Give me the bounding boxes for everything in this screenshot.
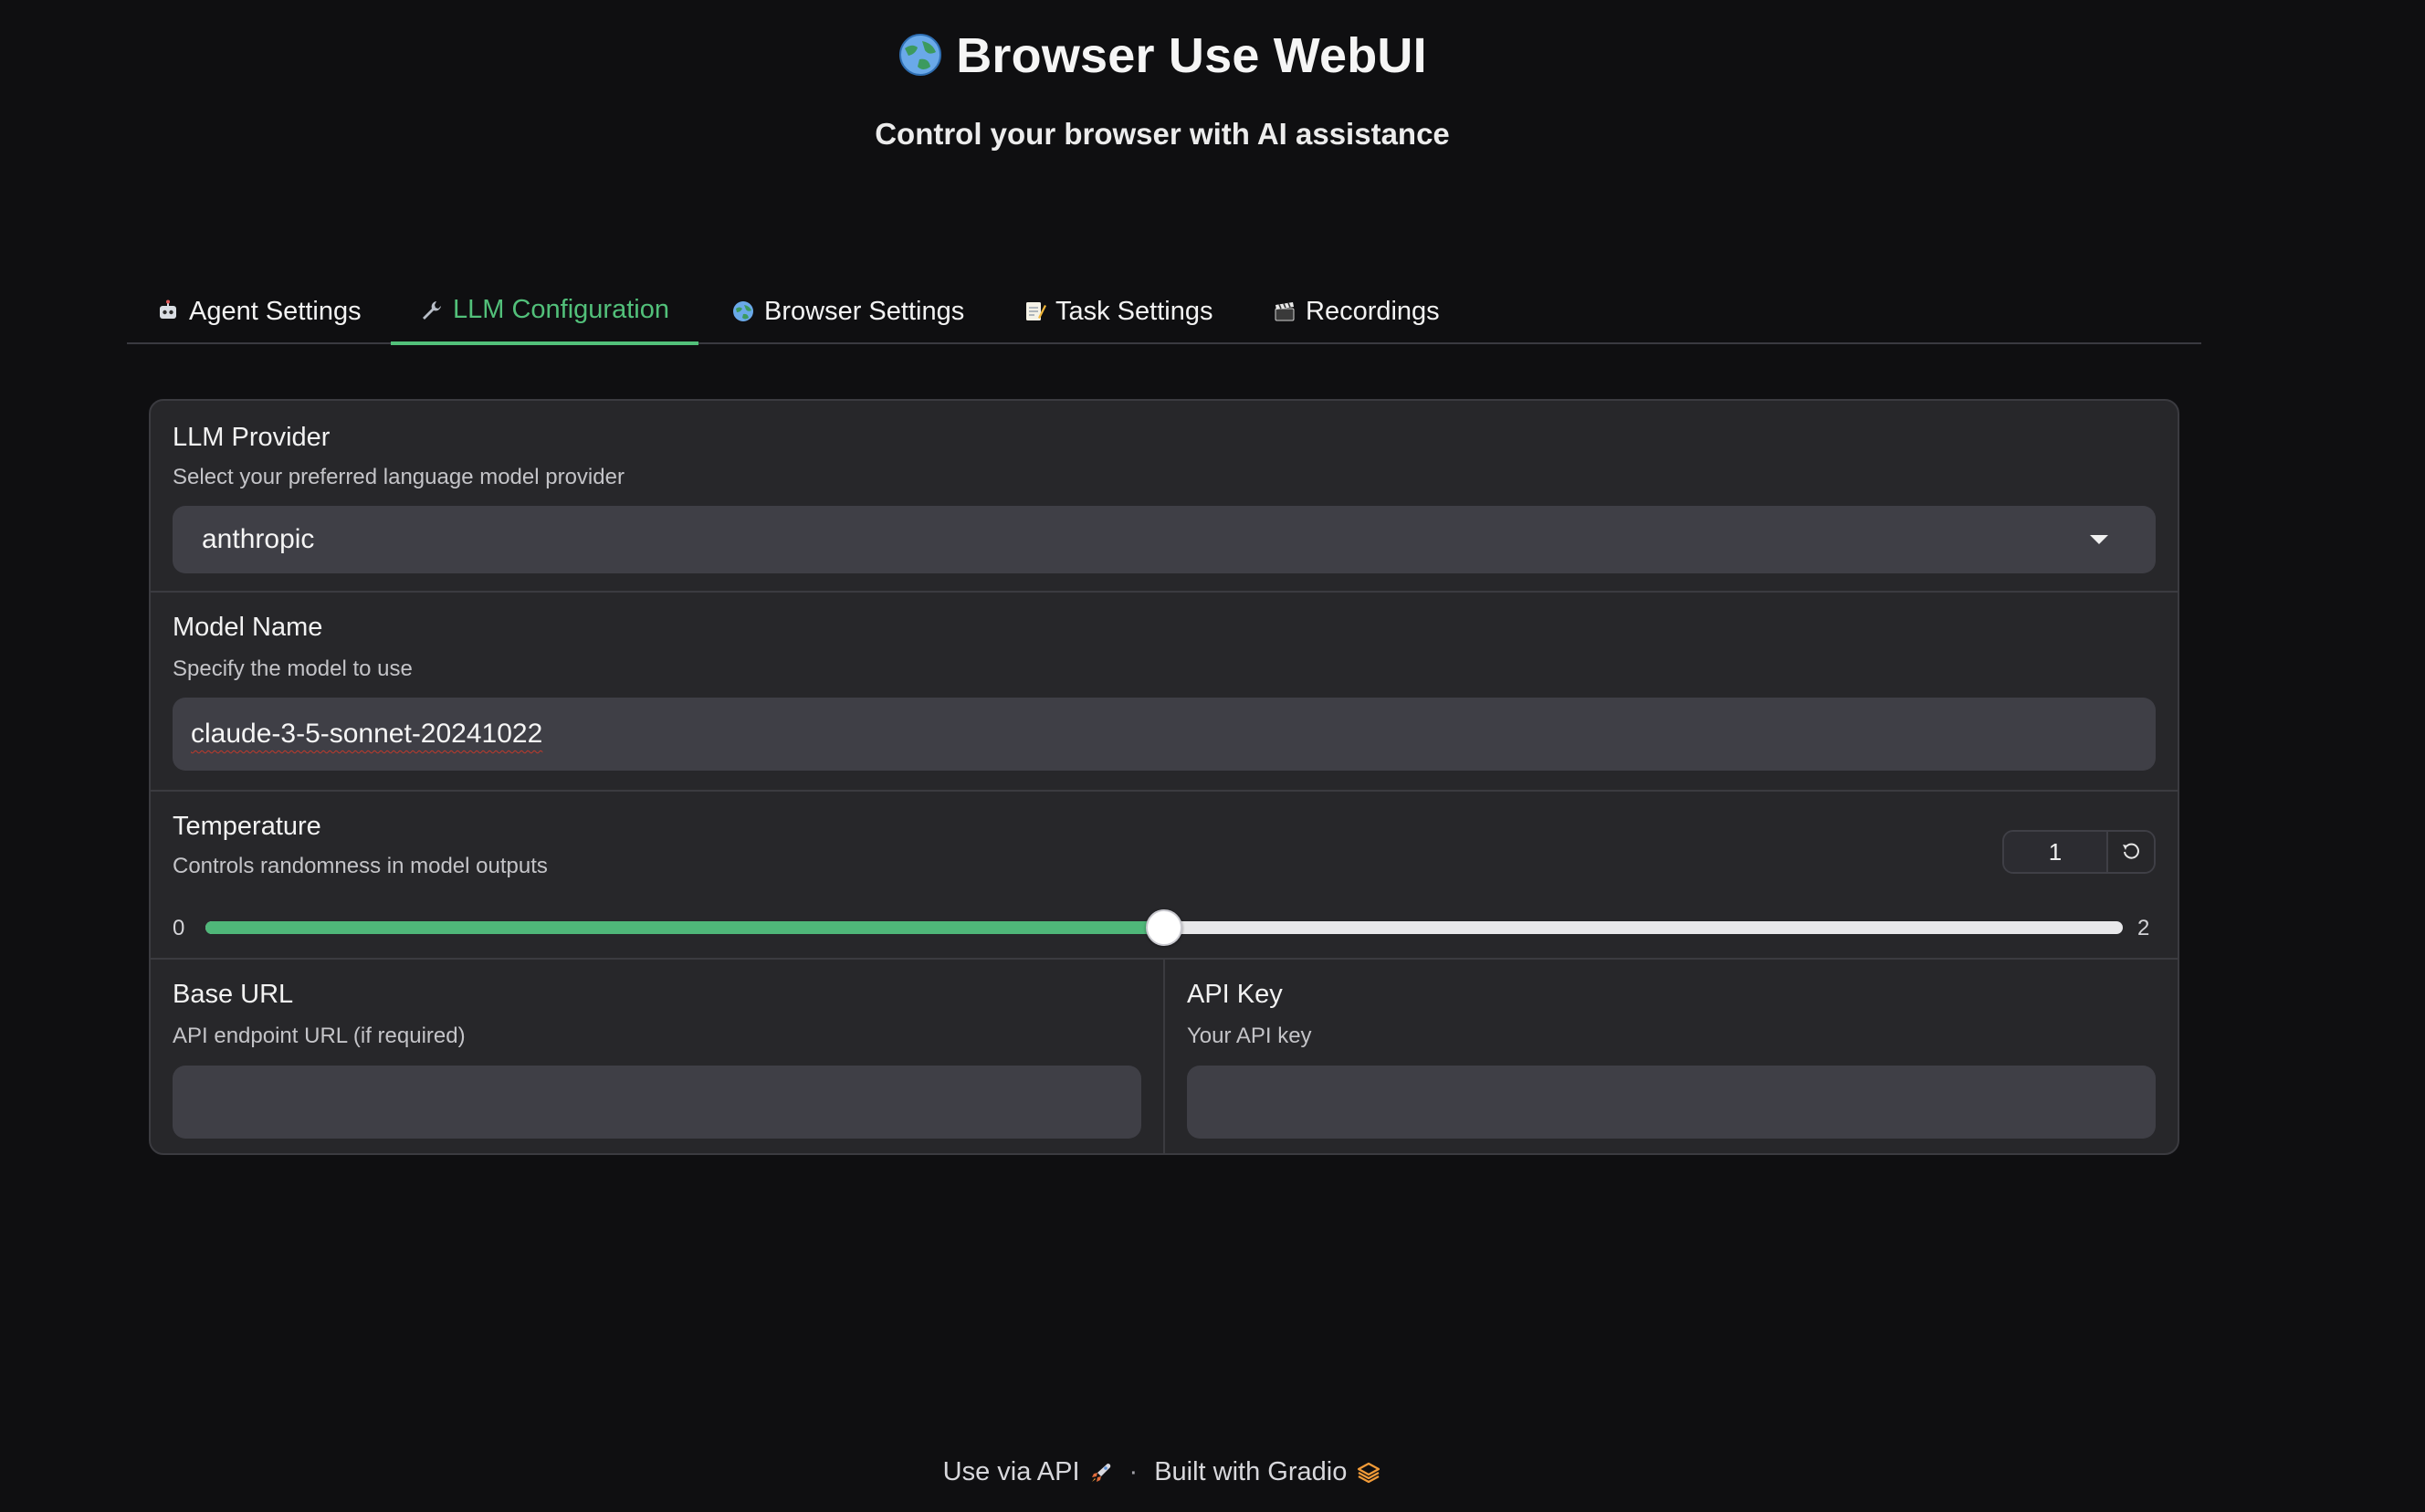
slider-max-label: 2 [2137, 916, 2150, 940]
api-key-input[interactable] [1187, 1066, 2156, 1139]
base-url-info: API endpoint URL (if required) [173, 1024, 466, 1048]
temperature-label: Temperature [173, 812, 321, 841]
tab-label: Task Settings [1055, 296, 1213, 326]
built-with-gradio-link[interactable]: Built with Gradio [1154, 1457, 1381, 1487]
model-name-block: Model Name Specify the model to use clau… [151, 593, 2178, 792]
wrench-icon [420, 299, 444, 322]
tab-agent-settings[interactable]: Agent Settings [127, 278, 391, 344]
base-url-label: Base URL [173, 980, 294, 1009]
temperature-number-box: 1 [2002, 830, 2156, 874]
temperature-slider[interactable] [205, 909, 2123, 946]
tab-llm-configuration[interactable]: LLM Configuration [391, 278, 698, 345]
llm-provider-label: LLM Provider [173, 423, 331, 452]
slider-min-label: 0 [173, 916, 185, 940]
llm-provider-block: LLM Provider Select your preferred langu… [151, 401, 2178, 593]
model-name-input[interactable]: claude-3-5-sonnet-20241022 [173, 698, 2156, 771]
llm-provider-value: anthropic [202, 524, 315, 554]
slider-thumb[interactable] [1146, 909, 1182, 946]
slider-fill [205, 921, 1164, 934]
tab-label: Agent Settings [189, 296, 362, 326]
temperature-info: Controls randomness in model outputs [173, 854, 548, 878]
tab-label: LLM Configuration [453, 295, 669, 324]
chevron-down-icon [2090, 535, 2108, 544]
api-key-label: API Key [1187, 980, 1283, 1009]
api-key-info: Your API key [1187, 1024, 1312, 1048]
built-with-gradio-text: Built with Gradio [1154, 1457, 1348, 1486]
tab-browser-settings[interactable]: Browser Settings [702, 278, 993, 344]
tab-bar: Agent Settings LLM Configuration Browser… [127, 278, 2201, 345]
tab-task-settings[interactable]: Task Settings [993, 278, 1242, 344]
temperature-number-input[interactable]: 1 [2004, 832, 2106, 872]
use-via-api-link[interactable]: Use via API [943, 1457, 1113, 1487]
llm-provider-info: Select your preferred language model pro… [173, 465, 625, 489]
model-name-label: Model Name [173, 613, 323, 642]
reset-icon[interactable] [2106, 832, 2154, 872]
gradio-logo-icon [1356, 1461, 1381, 1485]
footer-separator: · [1129, 1457, 1139, 1486]
column-divider [1163, 960, 1165, 1153]
page-subtitle: Control your browser with AI assistance [875, 117, 1450, 151]
globe-icon [898, 32, 943, 89]
tab-recordings[interactable]: Recordings [1244, 278, 1469, 344]
rocket-icon [1089, 1461, 1113, 1485]
footer: Use via API · Built with Gradio [0, 1457, 2325, 1487]
llm-configuration-panel: LLM Provider Select your preferred langu… [149, 399, 2179, 1155]
model-name-value: claude-3-5-sonnet-20241022 [191, 719, 543, 749]
memo-icon [1023, 299, 1046, 323]
clapper-icon [1273, 299, 1296, 323]
url-key-row: Base URL API endpoint URL (if required) … [151, 960, 2178, 1153]
title-text: Browser Use WebUI [956, 28, 1427, 83]
tab-label: Recordings [1306, 296, 1440, 326]
model-name-info: Specify the model to use [173, 656, 413, 681]
temperature-block: Temperature Controls randomness in model… [151, 792, 2178, 960]
use-via-api-text: Use via API [942, 1457, 1080, 1486]
llm-provider-dropdown[interactable]: anthropic [173, 506, 2156, 573]
base-url-input[interactable] [173, 1066, 1141, 1139]
page-title: Browser Use WebUI [0, 27, 2325, 89]
globe-icon [731, 299, 755, 323]
robot-icon [156, 299, 180, 323]
tab-label: Browser Settings [764, 296, 965, 326]
